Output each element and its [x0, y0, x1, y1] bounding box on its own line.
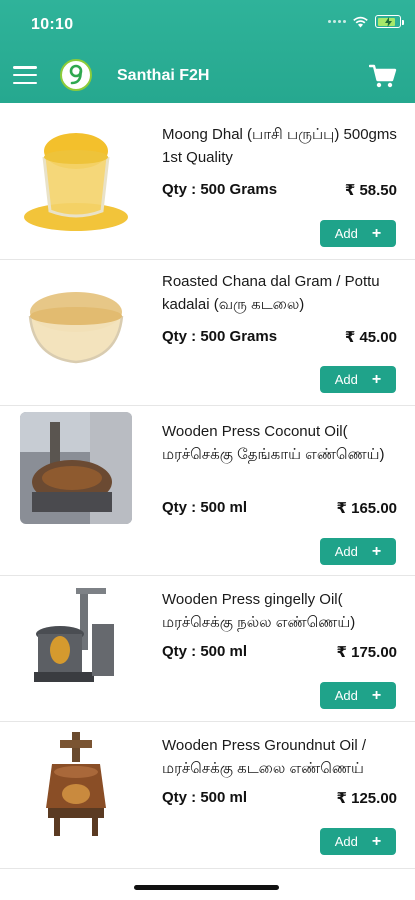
status-time: 10:10	[31, 16, 74, 33]
battery-icon	[375, 15, 404, 28]
product-card[interactable]: Wooden Press gingelly Oil( மரச்செக்கு நல…	[0, 576, 415, 722]
product-price: ₹ 165.00	[336, 500, 397, 517]
status-icons	[328, 15, 404, 28]
product-qty: Qty : 500 Grams	[162, 328, 278, 345]
product-image-groundnut-oil-press	[20, 728, 132, 840]
wifi-icon	[353, 16, 368, 27]
add-to-cart-button[interactable]: Add +	[320, 538, 396, 565]
add-to-cart-button[interactable]: Add +	[320, 366, 396, 393]
plus-icon: +	[371, 542, 382, 560]
add-button-label: Add	[334, 544, 358, 559]
product-qty: Qty : 500 ml	[162, 789, 248, 806]
add-button-label: Add	[334, 834, 358, 849]
home-indicator[interactable]	[134, 885, 279, 890]
product-card[interactable]: Roasted Chana dal Gram / Pottu kadalai (…	[0, 260, 415, 406]
product-price: ₹ 175.00	[336, 644, 397, 661]
product-price: ₹ 125.00	[336, 790, 397, 807]
add-to-cart-button[interactable]: Add +	[320, 828, 396, 855]
product-card[interactable]: Wooden Press Coconut Oil( மரச்செக்கு தேங…	[0, 406, 415, 576]
plus-icon: +	[371, 370, 382, 388]
add-to-cart-button[interactable]: Add +	[320, 682, 396, 709]
product-qty: Qty : 500 Grams	[162, 181, 278, 198]
product-image-coconut-oil-press	[20, 412, 132, 524]
product-name: Wooden Press Coconut Oil( மரச்செக்கு தேங…	[162, 423, 385, 463]
product-name: Roasted Chana dal Gram / Pottu kadalai (…	[162, 273, 380, 313]
product-qty: Qty : 500 ml	[162, 643, 248, 660]
add-button-label: Add	[334, 688, 358, 703]
product-price: ₹ 58.50	[344, 182, 397, 199]
product-price: ₹ 45.00	[344, 329, 397, 346]
plus-icon: +	[371, 686, 382, 704]
menu-icon[interactable]	[13, 66, 37, 84]
product-image-chana-dal	[20, 270, 132, 382]
app-header: 10:10 Santhai F2H	[0, 0, 415, 103]
add-button-label: Add	[334, 226, 358, 241]
signal-icon	[328, 20, 346, 23]
product-name: Wooden Press gingelly Oil( மரச்செக்கு நல…	[162, 591, 356, 631]
product-qty: Qty : 500 ml	[162, 499, 248, 516]
product-image-moong-dhal	[20, 121, 132, 233]
add-to-cart-button[interactable]: Add +	[320, 220, 396, 247]
product-card[interactable]: Moong Dhal (பாசி பருப்பு) 500gms 1st Qua…	[0, 111, 415, 260]
brand-logo	[60, 59, 92, 91]
plus-icon: +	[371, 832, 382, 850]
product-image-gingelly-oil-press	[20, 584, 132, 696]
add-button-label: Add	[334, 372, 358, 387]
product-name: Moong Dhal (பாசி பருப்பு) 500gms 1st Qua…	[162, 126, 397, 166]
cart-icon[interactable]	[369, 63, 397, 89]
app-title: Santhai F2H	[117, 67, 210, 84]
product-card[interactable]: Wooden Press Groundnut Oil / மரச்செக்கு …	[0, 722, 415, 869]
product-name: Wooden Press Groundnut Oil / மரச்செக்கு …	[162, 737, 366, 777]
plus-icon: +	[371, 224, 382, 242]
